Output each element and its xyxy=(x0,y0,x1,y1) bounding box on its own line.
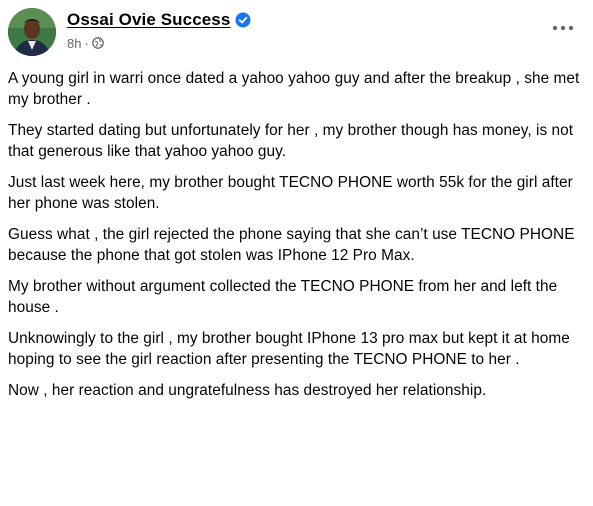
author-row: Ossai Ovie Success xyxy=(67,9,251,31)
post-timestamp[interactable]: 8h xyxy=(67,36,81,51)
globe-icon[interactable] xyxy=(91,37,104,49)
post-paragraph: They started dating but unfortunately fo… xyxy=(8,122,574,160)
post-paragraph: Guess what , the girl rejected the phone… xyxy=(8,226,575,264)
avatar[interactable] xyxy=(8,8,56,56)
author-block: Ossai Ovie Success 8h · xyxy=(67,9,251,53)
post-paragraph: Now , her reaction and ungratefulness ha… xyxy=(8,382,487,399)
post-meta: 8h · xyxy=(67,33,251,53)
author-name[interactable]: Ossai Ovie Success xyxy=(67,10,230,30)
post-header: Ossai Ovie Success 8h · xyxy=(8,6,581,58)
post-body: A young girl in warri once dated a yahoo… xyxy=(8,68,586,411)
meta-separator: · xyxy=(84,35,89,51)
post-paragraph: A young girl in warri once dated a yahoo… xyxy=(8,70,580,108)
verified-badge-icon xyxy=(235,12,251,28)
more-options-icon xyxy=(552,25,574,31)
post-paragraph: Just last week here, my brother bought T… xyxy=(8,174,573,212)
avatar-image xyxy=(8,8,56,56)
facebook-post: Ossai Ovie Success 8h · A young girl in … xyxy=(0,0,593,506)
post-paragraph: Unknowingly to the girl , my brother bou… xyxy=(8,330,570,368)
post-paragraph: My brother without argument collected th… xyxy=(8,278,558,316)
more-options-button[interactable] xyxy=(545,14,581,42)
